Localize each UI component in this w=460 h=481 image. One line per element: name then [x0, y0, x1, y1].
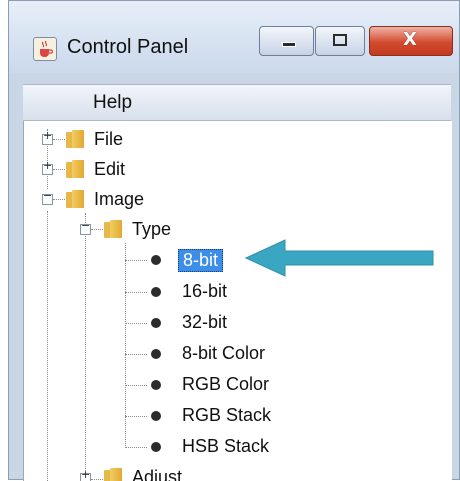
collapse-type-toggle[interactable]: −	[80, 220, 91, 235]
collapse-image-toggle[interactable]: −	[42, 190, 53, 205]
minus-icon: −	[43, 189, 53, 202]
tree-view[interactable]: + File + Edit − Image − Type 8-bit 16-bi…	[23, 121, 452, 481]
plus-icon: +	[81, 468, 91, 481]
minimize-button[interactable]	[259, 26, 314, 56]
bullet-icon	[151, 411, 161, 421]
tree-connector	[125, 243, 126, 448]
selected-item: 8-bit	[178, 249, 224, 272]
bullet-icon	[151, 287, 161, 297]
folder-icon	[66, 160, 86, 178]
maximize-icon	[333, 34, 347, 46]
folder-icon	[66, 190, 86, 208]
tree-connector	[125, 385, 147, 386]
bullet-icon	[151, 380, 161, 390]
tree-connector	[125, 354, 147, 355]
menu-bar: Help	[23, 84, 451, 121]
tree-connector	[125, 447, 147, 448]
tree-connector	[125, 292, 147, 293]
tree-connector	[53, 199, 65, 200]
plus-icon: +	[43, 159, 53, 172]
tree-connector	[125, 323, 147, 324]
folder-icon	[104, 220, 124, 238]
tree-connector	[125, 260, 147, 261]
folder-icon	[104, 468, 124, 481]
maximize-button[interactable]	[315, 26, 365, 56]
plus-icon: +	[43, 129, 53, 142]
window-title: Control Panel	[67, 36, 189, 58]
bullet-icon	[151, 318, 161, 328]
arrow-left-icon	[244, 239, 434, 277]
tree-connector	[85, 213, 86, 481]
close-icon: X	[403, 29, 417, 50]
minimize-icon	[282, 42, 296, 47]
minus-icon: −	[81, 219, 91, 232]
folder-icon	[66, 130, 86, 148]
tree-connector	[47, 211, 48, 481]
title-bar[interactable]: Control Panel X	[9, 1, 459, 73]
java-cup-icon	[33, 37, 57, 61]
tree-connector	[53, 139, 65, 140]
menu-help[interactable]: Help	[93, 92, 132, 114]
bullet-icon	[151, 349, 161, 359]
expand-edit-toggle[interactable]: +	[42, 160, 53, 175]
close-button[interactable]: X	[369, 26, 453, 56]
tree-connector	[91, 229, 103, 230]
bullet-icon	[151, 442, 161, 452]
tree-connector	[125, 416, 147, 417]
bullet-icon	[151, 255, 161, 265]
expand-file-toggle[interactable]: +	[42, 130, 53, 145]
tree-connector	[53, 169, 65, 170]
